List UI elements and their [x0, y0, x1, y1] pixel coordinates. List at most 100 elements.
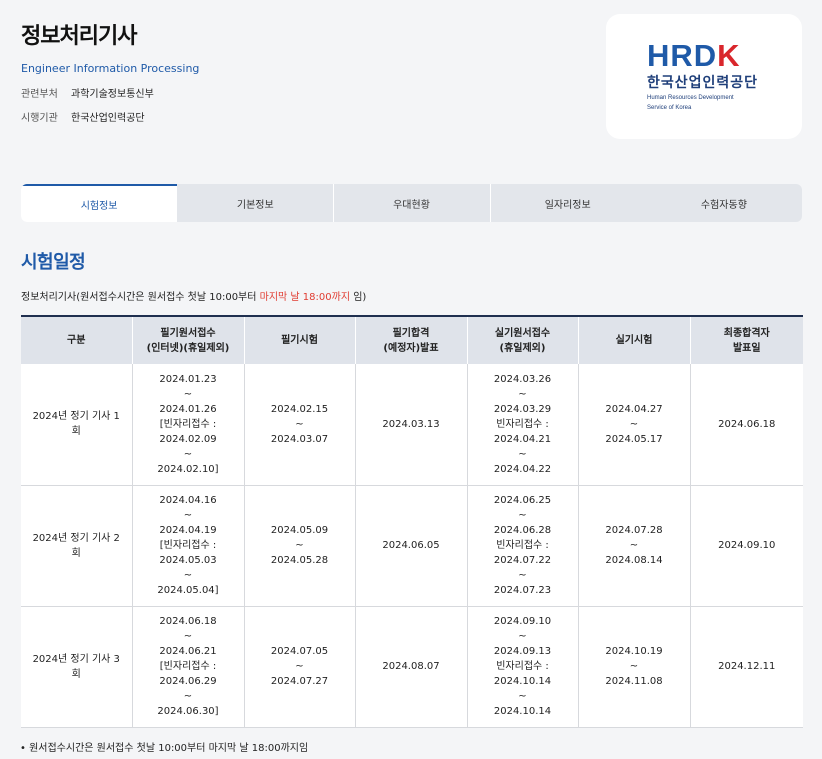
date-cell: 2024.10.19 ~2024.11.08 — [577, 606, 690, 728]
column-header-line: 실기시험 — [615, 335, 653, 346]
tab-basic-info[interactable]: 기본정보 — [177, 184, 333, 222]
cell-line: 회 — [71, 426, 81, 438]
section-title: 시험일정 — [21, 252, 86, 273]
exam-schedule-table: 구분 필기원서접수 (인터넷)(휴일제외) 필기시험 필기합격 (예정자)발표 실기원서접수… — [21, 315, 803, 728]
cell-line: ~ — [518, 388, 527, 400]
cell-line: 2024.04.21 — [493, 433, 552, 445]
column-header-line: (휴일제외) — [499, 342, 546, 354]
cell-line: 2024년 정기 기사 3 — [32, 653, 120, 665]
cell-line: 2024년 정기 기사 2 — [32, 532, 120, 544]
cell-line: 2024.05.28 — [270, 555, 329, 566]
tab-jobs[interactable]: 일자리정보 — [489, 184, 646, 222]
tab-examinee-trends[interactable]: 수험자동향 — [646, 184, 802, 222]
cell-line: 2024.06.05 — [382, 540, 440, 551]
cell-line: 2024.07.27 — [270, 676, 329, 687]
date-cell: 2024.08.07 — [354, 606, 467, 728]
date-cell: 2024.06.25 ~2024.06.28 빈자리접수 : 2024.07.22 ~2… — [466, 485, 578, 607]
cell-line: 2024.05.09 — [270, 525, 329, 536]
cell-line: 2024.02.10] — [157, 463, 219, 475]
cell-line: ~ — [629, 418, 639, 430]
date-cell: 2024.03.13 — [354, 364, 467, 486]
date-cell: 2024.06.18 — [689, 364, 803, 486]
cell-line: 2024.01.26 — [159, 403, 217, 415]
cell-line: 2024.02.15 — [270, 403, 329, 415]
column-header: 최종합격자발표일 — [689, 316, 803, 364]
date-cell: 2024.01.23 ~2024.01.26 [빈자리접수 : 2024.02.09 ~… — [131, 364, 244, 486]
cell-line: [빈자리접수 : — [159, 661, 217, 672]
cell-line: 2024.01.23 — [159, 373, 217, 385]
cell-line: ~ — [518, 631, 527, 642]
cell-line: 2024.09.10 — [718, 540, 776, 551]
tab-preferential[interactable]: 우대현황 — [333, 184, 489, 222]
cell-line: 2024.09.10 — [493, 616, 552, 627]
column-header: 실기시험 — [577, 316, 690, 364]
info-row-agency: 시행기관 한국산업인력공단 — [21, 109, 199, 124]
cell-line: ~ — [518, 691, 527, 702]
cell-line: ~ — [183, 570, 193, 581]
cell-line: 빈자리접수 : — [496, 540, 549, 551]
table-row: 2024년 정기 기사 2 회 2024.04.16 ~2024.04.19 [빈자리접… — [21, 485, 803, 607]
info-key: 시행기관 — [21, 113, 58, 124]
date-cell: 2024.02.15 ~2024.03.07 — [243, 364, 355, 486]
cell-line: ~ — [518, 510, 527, 521]
column-header: 구분 — [21, 316, 132, 364]
cell-line: 2024.02.09 — [159, 433, 217, 445]
tab-exam-info[interactable]: 시험정보 — [21, 184, 178, 222]
column-header-line: 발표일 — [732, 342, 761, 354]
cell-line: 2024.07.05 — [270, 646, 329, 657]
cell-line: 회 — [71, 547, 81, 559]
column-header-line: 필기원서접수 — [160, 327, 216, 339]
date-cell: 2024.07.05 ~2024.07.27 — [243, 606, 355, 728]
table-body: 2024년 정기 기사 1 회 2024.01.23 ~2024.01.26 [빈자리접… — [21, 364, 803, 728]
date-cell: 2024.07.28 ~2024.08.14 — [577, 485, 690, 607]
cell-line: ~ — [629, 661, 639, 672]
column-header: 필기합격 (예정자)발표 — [354, 316, 467, 364]
column-header-line: 구분 — [67, 335, 86, 346]
cell-line: 2024.10.19 — [605, 646, 663, 657]
cell-line: [빈자리접수 : — [159, 418, 217, 430]
page-subtitle: Engineer Information Processing — [21, 62, 200, 75]
table-row: 2024년 정기 기사 3 회 2024.06.18 ~2024.06.21 [빈자리접… — [21, 606, 803, 728]
column-header: 필기원서접수 (인터넷)(휴일제외) — [131, 316, 244, 364]
cell-line: 2024.07.23 — [493, 585, 552, 596]
cell-line: 회 — [71, 668, 81, 680]
date-cell: 2024.06.05 — [354, 485, 467, 607]
column-header: 실기원서접수 (휴일제외) — [466, 316, 578, 364]
note-suffix: 임) — [350, 292, 367, 303]
cell-line: 2024.06.21 — [159, 646, 217, 657]
schedule-note: 정보처리기사(원서접수시간은 원서접수 첫날 10:00부터 마지막 날 18:… — [21, 288, 366, 303]
cell-line: 2024.03.13 — [382, 418, 440, 430]
cell-line: 2024.08.14 — [605, 555, 663, 566]
cell-line: ~ — [518, 570, 527, 581]
column-header-line: 최종합격자 — [723, 327, 770, 339]
cell-line: ~ — [295, 661, 304, 672]
cell-line: ~ — [518, 448, 527, 460]
logo-english-line-2: Service of Korea — [647, 105, 692, 111]
cell-line: 2024년 정기 기사 1 — [32, 411, 120, 423]
column-header-line: 실기원서접수 — [494, 327, 551, 339]
cell-line: 2024.04.22 — [493, 463, 552, 475]
date-cell: 2024.12.11 — [689, 606, 803, 728]
footnote: • 원서접수시간은 원서접수 첫날 10:00부터 마지막 날 18:00까지임 — [20, 743, 309, 754]
cell-line: 2024.12.11 — [718, 661, 776, 672]
tab-bar: 시험정보 기본정보 우대현황 일자리정보 수험자동향 — [21, 184, 802, 222]
cell-line: 2024.09.13 — [493, 646, 552, 657]
logo-korean-name: 한국산업인력공단 — [647, 75, 759, 91]
cell-line: 2024.04.27 — [605, 403, 663, 415]
info-row-ministry: 관련부처 과학기술정보통신부 — [21, 85, 199, 100]
cell-line: ~ — [295, 418, 304, 430]
date-cell: 2024.03.26 ~2024.03.29 빈자리접수 : 2024.04.21 ~2… — [466, 364, 578, 486]
date-cell: 2024.04.27 ~2024.05.17 — [577, 364, 690, 486]
column-header-line: (예정자)발표 — [383, 342, 439, 354]
cell-line: ~ — [183, 448, 193, 460]
note-prefix: 정보처리기사(원서접수시간은 원서접수 첫날 10:00부터 — [21, 292, 260, 303]
column-header: 필기시험 — [243, 316, 355, 364]
info-value: 한국산업인력공단 — [71, 113, 145, 124]
cell-line: 2024.10.14 — [493, 676, 552, 687]
date-cell: 2024.06.18 ~2024.06.21 [빈자리접수 : 2024.06.29 ~… — [131, 606, 244, 728]
cell-line: 2024.03.29 — [493, 403, 552, 415]
cell-line: ~ — [183, 631, 193, 642]
cell-line: 빈자리접수 : — [496, 418, 549, 430]
cell-line: ~ — [183, 691, 193, 702]
cell-line: [빈자리접수 : — [159, 540, 217, 551]
